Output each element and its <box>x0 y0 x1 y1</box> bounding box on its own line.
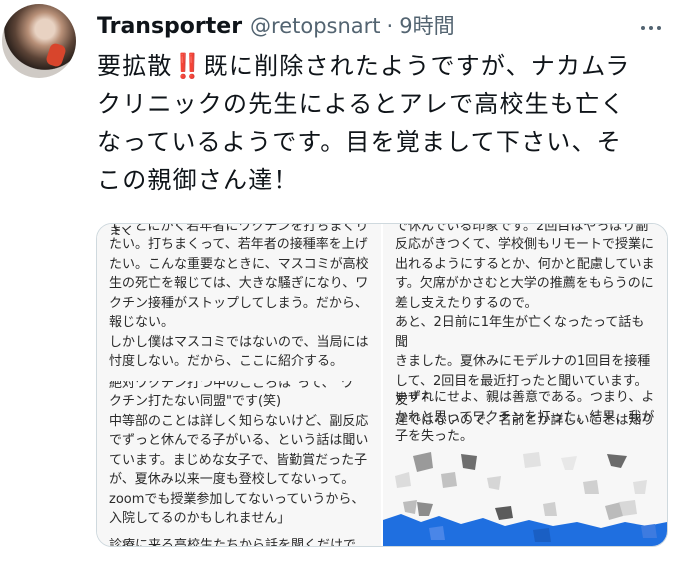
more-dots-icon[interactable] <box>636 20 666 36</box>
avatar-detail <box>44 42 68 68</box>
tweet-text: 要拡散‼️既に削除されたようですが、ナカムラ クリニックの先生によるとアレで高校… <box>97 52 631 194</box>
left-top-text: たい。打ちまくって、若年者の接種率を上げ たい。こんな重要なときに、マスコミが高… <box>109 237 369 369</box>
left-bottom-cut-line-2: 診療に来る高校生たちから話を聞くだけで <box>109 538 357 546</box>
left-bottom-text: クチン打たない同盟"です(笑) 中等部のことは詳しく知らないけど、副反応 でずっ… <box>109 394 369 526</box>
left-top-cut-line: て、とにかく若年者にワクチンを打ちまくりまく <box>109 224 369 235</box>
tweet-timestamp[interactable]: 9時間 <box>399 10 454 40</box>
tweet-media[interactable]: て、とにかく若年者にワクチンを打ちまくりまく たい。打ちまくって、若年者の接種率… <box>96 223 668 547</box>
media-image-left[interactable]: て、とにかく若年者にワクチンを打ちまくりまく たい。打ちまくって、若年者の接種率… <box>97 224 381 546</box>
confetti-decoration <box>383 452 667 546</box>
author-avatar[interactable] <box>2 4 76 78</box>
right-top-cut-line: で休んでいる印象です。2回目はやっぱり副 <box>395 224 649 234</box>
header-separator: · <box>386 14 394 38</box>
left-bottom-cut-line: 絶対ワクチン打つ中のこころは"って、"ワ <box>109 381 354 391</box>
right-bottom-text: いずれにせよ、親は善意である。つまり、よ かれと思ってワクチンを打った。結果、我… <box>395 390 655 444</box>
author-handle[interactable]: @retopsnart <box>250 14 381 38</box>
media-image-right[interactable]: で休んでいる印象です。2回目はやっぱり副 反応がきつくて、学校側もリモートで授業… <box>383 224 667 546</box>
author-name[interactable]: Transporter <box>97 14 242 39</box>
tweet-header: Transporter @retopsnart · 9時間 <box>97 10 455 40</box>
